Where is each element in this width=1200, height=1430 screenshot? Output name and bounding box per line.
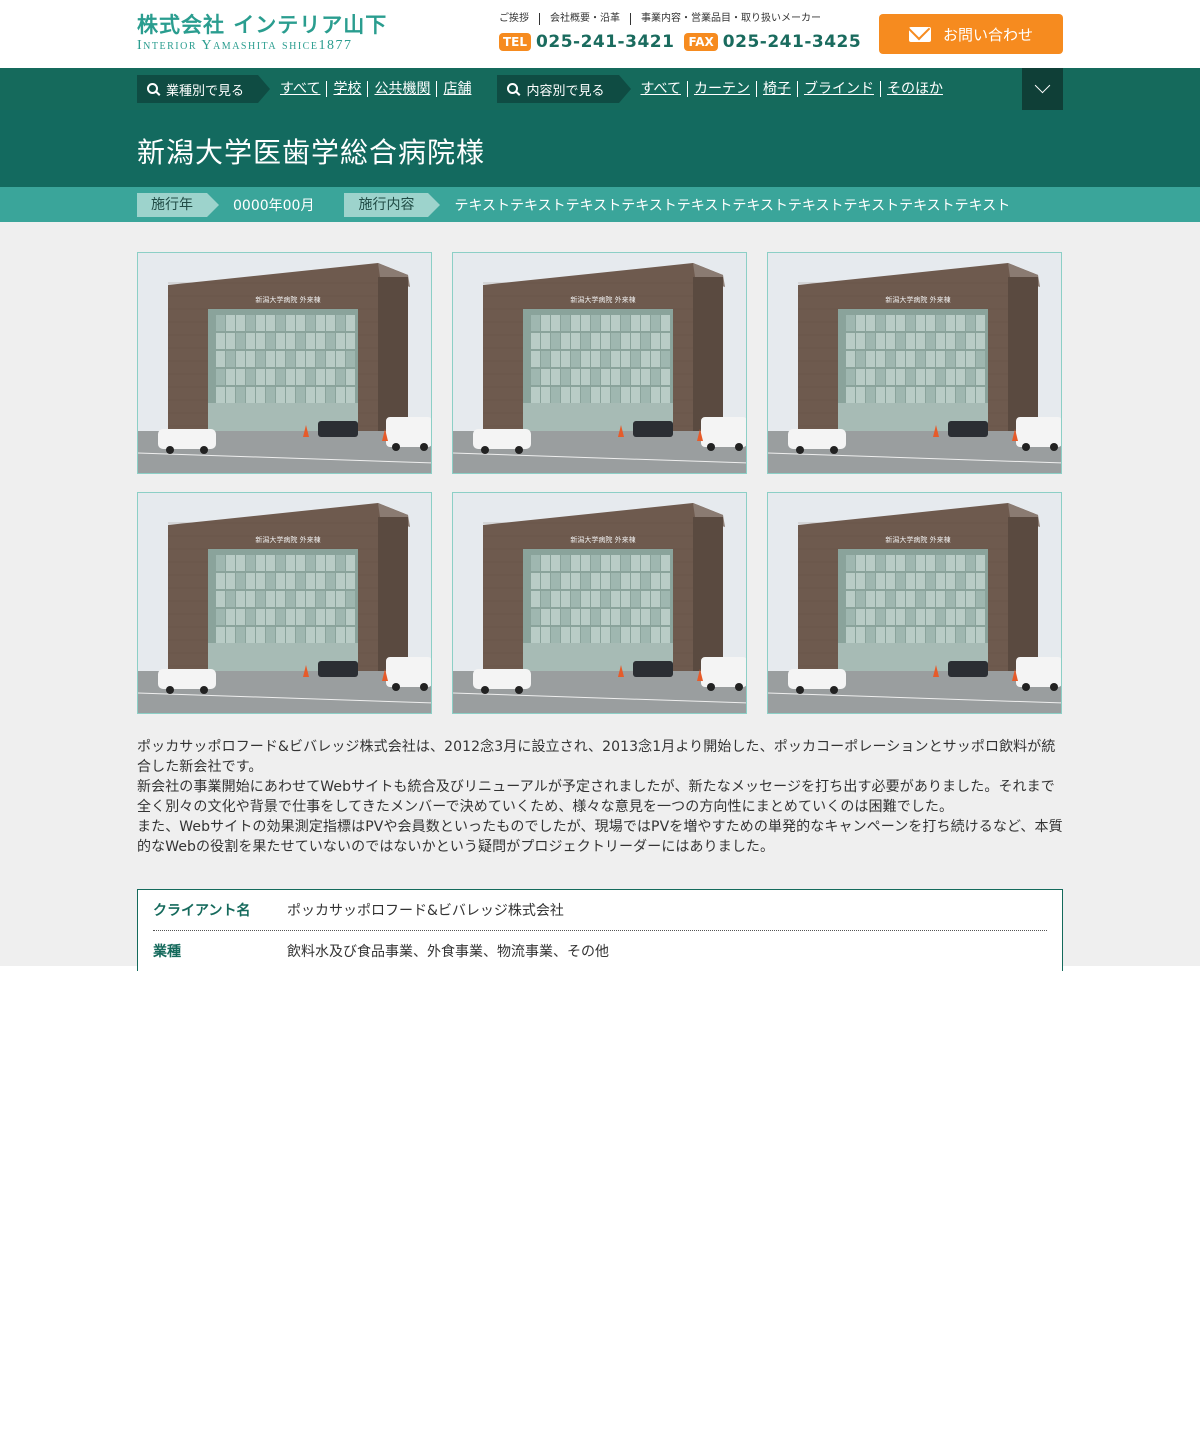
logo-sub-text: Interior Yamashita shice1877 [137,38,353,53]
phone-info: TEL 025-241-3421 FAX 025-241-3425 [499,32,871,52]
svg-text:新潟大学病院 外来棟: 新潟大学病院 外来棟 [885,295,950,304]
industry-label: 業種 [153,943,181,960]
description-paragraph: また、Webサイトの効果測定指標はPVや会員数といったものでしたが、現場ではPV… [137,819,1063,855]
info-bar: 施行年 0000年00月 施行内容 テキストテキストテキストテキストテキストテキ… [0,187,1200,222]
industry-link-all[interactable]: すべて [280,81,326,97]
category-nav: 業種別で見る すべて 学校 公共機関 店舗 内容別で見る すべて カーテン 椅子… [0,68,1200,110]
gallery-photo[interactable]: 新潟大学病院 外来棟 [452,252,747,474]
description-paragraph: 新会社の事業開始にあわせてWebサイトも統合及びリニューアルが予定されましたが、… [137,779,1055,815]
content-tag: 施行内容 [344,192,441,217]
content-filter-text: 内容別で見る [526,83,605,99]
fax-badge: FAX [684,33,718,51]
mail-icon [908,26,931,42]
chevron-down-icon [1034,77,1051,94]
svg-text:新潟大学病院 外来棟: 新潟大学病院 外来棟 [255,535,320,544]
client-value: ポッカサッポロフード&ビバレッジ株式会社 [287,903,564,919]
year-tag: 施行年 [137,192,219,217]
top-link-company[interactable]: 会社概要・沿革 [539,13,630,25]
svg-text:新潟大学病院 外来棟: 新潟大学病院 外来棟 [255,295,320,304]
nav-expand-button[interactable] [1022,68,1063,110]
gallery-photo[interactable]: 新潟大学病院 外来棟 [137,252,432,474]
industry-link-public[interactable]: 公共機関 [367,81,436,97]
contact-button-label: お問い合わせ [942,25,1033,44]
photo-gallery: 新潟大学病院 外来棟 新潟大学病院 外来棟 新潟大学病院 外来棟 新潟大学病院 外来棟… [137,252,1063,714]
tel-number[interactable]: 025-241-3421 [536,32,674,52]
svg-text:新潟大学病院 外来棟: 新潟大学病院 外来棟 [570,535,635,544]
client-label: クライアント名 [153,903,251,919]
fax-number: 025-241-3425 [722,32,862,52]
client-details: クライアント名 ポッカサッポロフード&ビバレッジ株式会社 業種 飲料水及び食品事… [137,889,1063,971]
page-title: 新潟大学医歯学総合病院様 [137,136,486,169]
detail-row-industry: 業種 飲料水及び食品事業、外食事業、物流事業、その他 [153,930,1047,970]
year-value: 0000年00月 [233,197,315,214]
content-value: テキストテキストテキストテキストテキストテキストテキストテキストテキストテキスト [454,197,1011,214]
site-header: 株式会社 インテリア山下 Interior Yamashita shice187… [0,0,1200,68]
industry-link-school[interactable]: 学校 [326,81,367,97]
top-link-greeting[interactable]: ご挨拶 [499,13,539,25]
search-icon [507,82,519,94]
top-links: ご挨拶 会社概要・沿革 事業内容・営業品目・取り扱いメーカー [499,13,831,25]
industry-links: すべて 学校 公共機関 店舗 [280,81,477,97]
site-logo[interactable]: 株式会社 インテリア山下 Interior Yamashita shice187… [137,12,387,54]
content-link-other[interactable]: そのほか [879,81,949,97]
gallery-photo[interactable]: 新潟大学病院 外来棟 [767,492,1062,714]
title-band: 新潟大学医歯学総合病院様 [0,110,1200,187]
content-link-blind[interactable]: ブラインド [796,81,880,97]
industry-filter-label: 業種別で見る [137,75,271,103]
industry-link-store[interactable]: 店舗 [436,81,477,97]
tel-badge: TEL [499,33,532,51]
svg-text:新潟大学病院 外来棟: 新潟大学病院 外来棟 [885,535,950,544]
search-icon [147,82,158,94]
description-paragraph: ポッカサッポロフード&ビバレッジ株式会社は、2012念3月に設立され、2013念… [137,739,1056,775]
content-filter-label: 内容別で見る [497,75,631,103]
gallery-photo[interactable]: 新潟大学病院 外来棟 [137,492,432,714]
gallery-photo[interactable]: 新潟大学病院 外来棟 [452,492,747,714]
content-link-all[interactable]: すべて [641,81,687,97]
content-links: すべて カーテン 椅子 ブラインド そのほか [641,81,949,97]
svg-text:新潟大学病院 外来棟: 新潟大学病院 外来棟 [570,295,635,304]
gallery-photo[interactable]: 新潟大学病院 外来棟 [767,252,1062,474]
contact-button[interactable]: お問い合わせ [879,14,1063,54]
project-description: ポッカサッポロフード&ビバレッジ株式会社は、2012念3月に設立され、2013念… [137,737,1063,857]
industry-value: 飲料水及び食品事業、外食事業、物流事業、その他 [287,943,609,960]
content-link-chair[interactable]: 椅子 [755,81,797,97]
page-blank-area [0,966,1200,1430]
detail-row-client: クライアント名 ポッカサッポロフード&ビバレッジ株式会社 [153,890,1047,930]
logo-main-text: 株式会社 インテリア山下 [137,13,388,37]
content-link-curtain[interactable]: カーテン [686,81,756,97]
industry-filter-text: 業種別で見る [166,83,245,99]
top-link-business[interactable]: 事業内容・営業品目・取り扱いメーカー [630,13,831,25]
main-content: 新潟大学病院 外来棟 新潟大学病院 外来棟 新潟大学病院 外来棟 新潟大学病院 外来棟… [0,222,1200,971]
